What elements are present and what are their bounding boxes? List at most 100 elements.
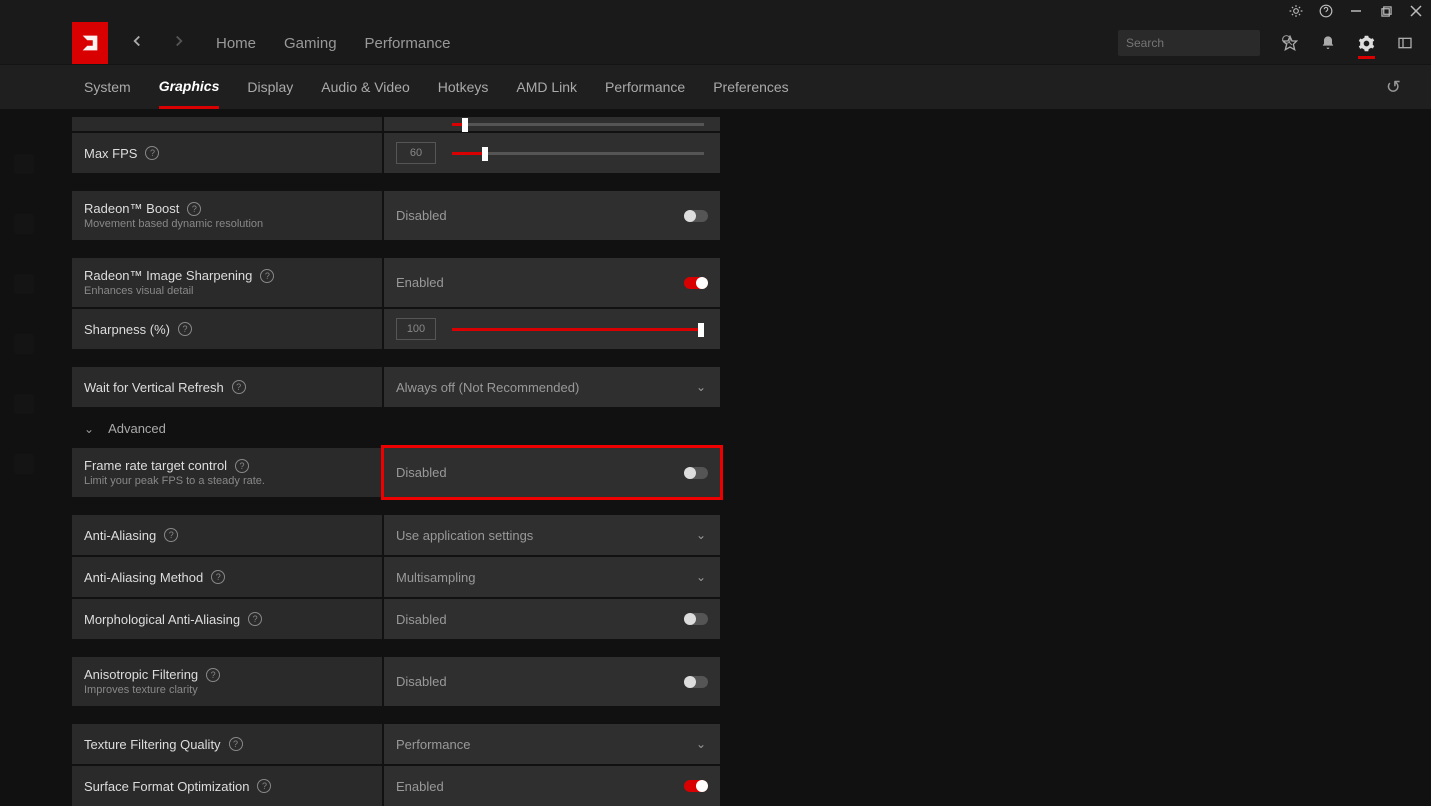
row-frtc: Frame rate target control? Limit your pe… (72, 448, 720, 497)
advanced-section-toggle[interactable]: ⌄ Advanced (72, 409, 720, 448)
frtc-label: Frame rate target control (84, 458, 227, 473)
radeon-boost-label: Radeon™ Boost (84, 201, 179, 216)
help-icon[interactable]: ? (145, 146, 159, 160)
row-sharpness: Sharpness (%)? 100 (72, 309, 720, 349)
tab-gaming[interactable]: Gaming (284, 35, 337, 52)
help-icon[interactable]: ? (178, 322, 192, 336)
graphics-settings-panel: Max FPS? 60 Radeon™ Boost? Movement base… (0, 109, 720, 806)
help-icon[interactable]: ? (211, 570, 225, 584)
subtab-preferences[interactable]: Preferences (713, 67, 788, 107)
help-icon[interactable]: ? (229, 737, 243, 751)
forward-icon[interactable] (170, 32, 188, 55)
sfo-value: Enabled (396, 779, 444, 794)
subtab-system[interactable]: System (84, 67, 131, 107)
row-anisotropic: Anisotropic Filtering? Improves texture … (72, 657, 720, 706)
help-icon[interactable]: ? (260, 269, 274, 283)
help-icon[interactable]: ? (232, 380, 246, 394)
aa-method-label: Anti-Aliasing Method (84, 570, 203, 585)
close-icon[interactable] (1409, 4, 1423, 18)
reset-icon[interactable]: ↺ (1386, 77, 1431, 98)
sfo-label: Surface Format Optimization (84, 779, 249, 794)
mlaa-toggle[interactable] (684, 613, 708, 625)
help-icon[interactable]: ? (187, 202, 201, 216)
minimize-icon[interactable] (1349, 4, 1363, 18)
row-surface-format: Surface Format Optimization? Enabled (72, 766, 720, 806)
row-aa-method: Anti-Aliasing Method? Multisampling ⌄ (72, 557, 720, 597)
chevron-down-icon: ⌄ (696, 528, 706, 542)
help-icon[interactable]: ? (235, 459, 249, 473)
frtc-value: Disabled (396, 465, 447, 480)
row-mlaa: Morphological Anti-Aliasing? Disabled (72, 599, 720, 639)
radeon-boost-sub: Movement based dynamic resolution (84, 218, 370, 230)
settings-subnav: System Graphics Display Audio & Video Ho… (0, 64, 1431, 109)
aniso-toggle[interactable] (684, 676, 708, 688)
topbar: Home Gaming Performance (0, 22, 1431, 64)
chevron-down-icon: ⌄ (696, 380, 706, 394)
aa-method-dropdown[interactable]: Multisampling ⌄ (384, 557, 720, 597)
texq-value: Performance (396, 737, 470, 752)
aa-label: Anti-Aliasing (84, 528, 156, 543)
max-fps-value[interactable]: 60 (396, 142, 436, 164)
sfo-toggle[interactable] (684, 780, 708, 792)
subtab-audio-video[interactable]: Audio & Video (321, 67, 409, 107)
aa-value: Use application settings (396, 528, 533, 543)
frtc-sub: Limit your peak FPS to a steady rate. (84, 475, 370, 487)
sharpness-value[interactable]: 100 (396, 318, 436, 340)
vsync-label: Wait for Vertical Refresh (84, 380, 224, 395)
row-max-fps: Max FPS? 60 (72, 133, 720, 173)
sidebar-ghost (0, 64, 48, 767)
bell-icon[interactable] (1320, 35, 1336, 51)
subtab-display[interactable]: Display (247, 67, 293, 107)
maximize-icon[interactable] (1379, 4, 1393, 18)
image-sharpening-sub: Enhances visual detail (84, 285, 370, 297)
max-fps-label: Max FPS (84, 146, 137, 161)
help-icon[interactable]: ? (206, 668, 220, 682)
search-field[interactable] (1126, 36, 1281, 50)
mlaa-label: Morphological Anti-Aliasing (84, 612, 240, 627)
aniso-value: Disabled (396, 674, 447, 689)
aa-dropdown[interactable]: Use application settings ⌄ (384, 515, 720, 555)
max-fps-slider[interactable] (452, 152, 704, 155)
image-sharpening-label: Radeon™ Image Sharpening (84, 268, 252, 283)
texq-label: Texture Filtering Quality (84, 737, 221, 752)
row-texture-quality: Texture Filtering Quality? Performance ⌄ (72, 724, 720, 764)
tab-home[interactable]: Home (216, 35, 256, 52)
advanced-label: Advanced (108, 421, 166, 436)
texq-dropdown[interactable]: Performance ⌄ (384, 724, 720, 764)
row-vsync: Wait for Vertical Refresh? Always off (N… (72, 367, 720, 407)
gear-icon[interactable] (1358, 35, 1375, 59)
window-titlebar (0, 0, 1431, 22)
image-sharpening-value: Enabled (396, 275, 444, 290)
help-icon[interactable]: ? (164, 528, 178, 542)
star-icon[interactable] (1282, 35, 1298, 51)
subtab-hotkeys[interactable]: Hotkeys (438, 67, 489, 107)
help-icon[interactable] (1319, 4, 1333, 18)
aniso-label: Anisotropic Filtering (84, 667, 198, 682)
panel-icon[interactable] (1397, 35, 1413, 51)
sharpness-label: Sharpness (%) (84, 322, 170, 337)
chevron-down-icon: ⌄ (84, 422, 94, 436)
aniso-sub: Improves texture clarity (84, 684, 370, 696)
row-image-sharpening: Radeon™ Image Sharpening? Enhances visua… (72, 258, 720, 307)
back-icon[interactable] (128, 32, 146, 55)
radeon-boost-toggle[interactable] (684, 210, 708, 222)
bug-icon[interactable] (1289, 4, 1303, 18)
tab-performance[interactable]: Performance (365, 35, 451, 52)
subtab-performance[interactable]: Performance (605, 67, 685, 107)
image-sharpening-toggle[interactable] (684, 277, 708, 289)
row-anti-aliasing: Anti-Aliasing? Use application settings … (72, 515, 720, 555)
amd-logo[interactable] (72, 22, 108, 64)
sharpness-slider[interactable] (452, 328, 704, 331)
help-icon[interactable]: ? (257, 779, 271, 793)
aa-method-value: Multisampling (396, 570, 475, 585)
subtab-amd-link[interactable]: AMD Link (516, 67, 577, 107)
mlaa-value: Disabled (396, 612, 447, 627)
row-radeon-boost: Radeon™ Boost? Movement based dynamic re… (72, 191, 720, 240)
subtab-graphics[interactable]: Graphics (159, 66, 220, 109)
help-icon[interactable]: ? (248, 612, 262, 626)
vsync-value: Always off (Not Recommended) (396, 380, 579, 395)
radeon-boost-value: Disabled (396, 208, 447, 223)
frtc-toggle[interactable] (684, 467, 708, 479)
vsync-dropdown[interactable]: Always off (Not Recommended) ⌄ (384, 367, 720, 407)
search-input[interactable] (1118, 30, 1260, 56)
